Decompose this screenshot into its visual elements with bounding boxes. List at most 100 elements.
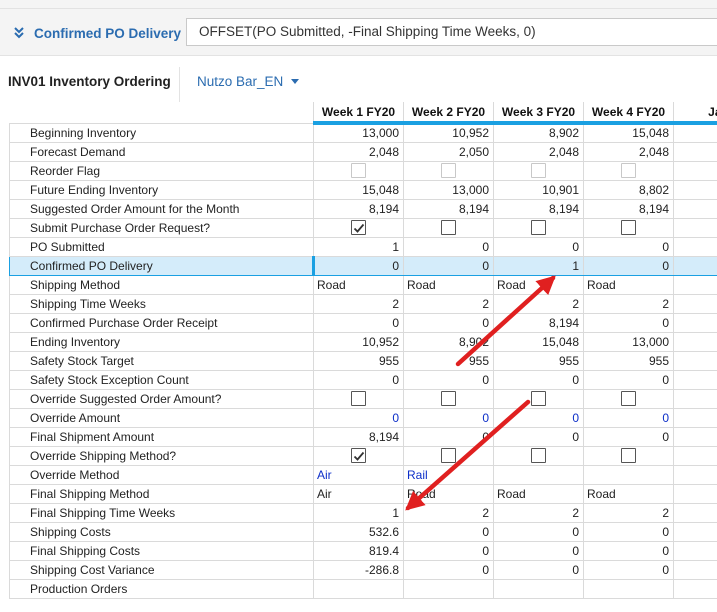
grid-cell[interactable]: 2: [493, 502, 584, 523]
grid-cell[interactable]: 0: [403, 255, 494, 276]
grid-cell[interactable]: 8,194: [493, 198, 584, 219]
grid-cell[interactable]: 8,194: [583, 198, 674, 219]
grid-cell[interactable]: Rail: [403, 464, 494, 485]
grid-cell[interactable]: 0: [313, 369, 404, 390]
checkbox-checked[interactable]: [351, 220, 366, 236]
grid-cell-empty[interactable]: [673, 369, 717, 390]
grid-cell-empty[interactable]: [673, 388, 717, 409]
checkbox-checked[interactable]: [351, 448, 366, 464]
double-chevron-down-icon[interactable]: [12, 26, 26, 40]
row-label[interactable]: Shipping Costs: [9, 521, 314, 542]
grid-cell[interactable]: 13,000: [313, 122, 404, 143]
row-label[interactable]: Override Amount: [9, 407, 314, 428]
grid-cell[interactable]: 2: [403, 293, 494, 314]
grid-cell[interactable]: Air: [313, 464, 404, 485]
grid-cell-checkbox[interactable]: [493, 445, 584, 466]
grid-cell[interactable]: 955: [403, 350, 494, 371]
grid-cell-empty[interactable]: [673, 122, 717, 143]
checkbox-unchecked[interactable]: [621, 391, 636, 407]
grid-cell[interactable]: Road: [403, 274, 494, 295]
grid-cell-checkbox[interactable]: [493, 388, 584, 409]
row-label[interactable]: Confirmed Purchase Order Receipt: [9, 312, 314, 333]
grid-cell-empty[interactable]: [673, 198, 717, 219]
grid-cell[interactable]: 8,194: [403, 198, 494, 219]
grid-cell[interactable]: 0: [583, 236, 674, 257]
checkbox-unchecked[interactable]: [531, 220, 546, 236]
grid-cell[interactable]: 2: [583, 293, 674, 314]
row-label[interactable]: Forecast Demand: [9, 141, 314, 162]
grid-cell-checkbox[interactable]: [403, 445, 494, 466]
formula-line-item-label[interactable]: Confirmed PO Delivery: [12, 24, 181, 42]
grid-cell-empty[interactable]: [673, 464, 717, 485]
checkbox-unchecked[interactable]: [621, 163, 636, 179]
grid-cell[interactable]: 955: [313, 350, 404, 371]
grid-cell[interactable]: Road: [493, 483, 584, 504]
grid-cell[interactable]: Road: [493, 274, 584, 295]
row-label[interactable]: Override Method: [9, 464, 314, 485]
grid-cell[interactable]: 0: [403, 312, 494, 333]
row-label[interactable]: Production Orders: [9, 578, 314, 599]
grid-cell[interactable]: 10,952: [313, 331, 404, 352]
grid-cell-checkbox[interactable]: [493, 217, 584, 238]
grid-cell[interactable]: 0: [493, 559, 584, 580]
grid-cell-checkbox[interactable]: [313, 388, 404, 409]
checkbox-unchecked[interactable]: [531, 391, 546, 407]
grid-cell[interactable]: 0: [403, 559, 494, 580]
row-label[interactable]: Final Shipping Time Weeks: [9, 502, 314, 523]
grid-cell-empty[interactable]: [673, 502, 717, 523]
grid-cell[interactable]: 0: [403, 369, 494, 390]
grid-cell[interactable]: 1: [313, 236, 404, 257]
row-label[interactable]: Suggested Order Amount for the Month: [9, 198, 314, 219]
grid-cell[interactable]: 0: [493, 521, 584, 542]
grid-cell-empty[interactable]: [673, 483, 717, 504]
grid-cell[interactable]: Road: [583, 274, 674, 295]
grid-cell[interactable]: 10,901: [493, 179, 584, 200]
grid-cell[interactable]: 0: [403, 426, 494, 447]
grid-cell[interactable]: [403, 578, 494, 599]
row-label[interactable]: Shipping Cost Variance: [9, 559, 314, 580]
grid-cell[interactable]: 0: [403, 521, 494, 542]
row-label[interactable]: PO Submitted: [9, 236, 314, 257]
grid-cell[interactable]: 1: [313, 502, 404, 523]
grid-cell-empty[interactable]: [673, 141, 717, 162]
grid-cell-checkbox[interactable]: [583, 388, 674, 409]
checkbox-unchecked[interactable]: [441, 448, 456, 464]
grid-cell[interactable]: -286.8: [313, 559, 404, 580]
grid-cell[interactable]: 0: [403, 236, 494, 257]
grid-cell[interactable]: 955: [583, 350, 674, 371]
grid-cell[interactable]: 955: [493, 350, 584, 371]
grid-cell[interactable]: 2,048: [313, 141, 404, 162]
grid-cell-checkbox[interactable]: [313, 160, 404, 181]
grid-cell[interactable]: 532.6: [313, 521, 404, 542]
grid-cell[interactable]: 0: [493, 236, 584, 257]
row-label[interactable]: Confirmed PO Delivery: [9, 255, 315, 276]
grid-cell-empty[interactable]: [673, 274, 717, 295]
grid-cell-empty[interactable]: [673, 236, 717, 257]
row-label[interactable]: Override Shipping Method?: [9, 445, 314, 466]
grid-cell[interactable]: 0: [583, 426, 674, 447]
grid-cell[interactable]: 2: [313, 293, 404, 314]
grid-cell[interactable]: 15,048: [493, 331, 584, 352]
grid-cell[interactable]: [493, 578, 584, 599]
checkbox-unchecked[interactable]: [441, 163, 456, 179]
grid-cell[interactable]: 0: [583, 559, 674, 580]
grid-cell[interactable]: 0: [583, 407, 674, 428]
grid-cell[interactable]: 8,194: [493, 312, 584, 333]
grid-cell-checkbox[interactable]: [403, 160, 494, 181]
grid-cell-empty[interactable]: [673, 293, 717, 314]
grid-cell-empty[interactable]: [673, 160, 717, 181]
grid-cell[interactable]: 2,048: [583, 141, 674, 162]
row-label[interactable]: Shipping Time Weeks: [9, 293, 314, 314]
column-header-jan[interactable]: Jan: [673, 102, 717, 125]
grid-cell-empty[interactable]: [673, 445, 717, 466]
grid-cell[interactable]: [583, 464, 674, 485]
grid-cell-empty[interactable]: [673, 426, 717, 447]
grid-cell-empty[interactable]: [673, 255, 717, 276]
grid-cell[interactable]: 15,048: [583, 122, 674, 143]
checkbox-unchecked[interactable]: [441, 220, 456, 236]
grid-cell-empty[interactable]: [673, 521, 717, 542]
grid-cell[interactable]: 0: [403, 540, 494, 561]
grid-cell[interactable]: Road: [403, 483, 494, 504]
grid-cell[interactable]: 0: [583, 521, 674, 542]
grid-cell[interactable]: 0: [313, 407, 404, 428]
